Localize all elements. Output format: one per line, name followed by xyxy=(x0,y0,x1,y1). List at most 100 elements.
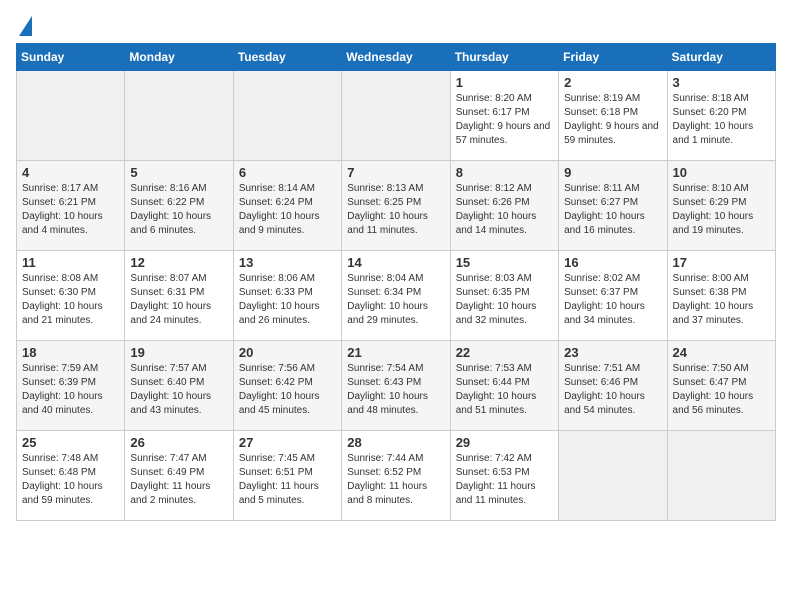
day-number: 7 xyxy=(347,165,444,180)
calendar-cell xyxy=(125,71,233,161)
calendar-cell: 3 Sunrise: 8:18 AMSunset: 6:20 PMDaylight… xyxy=(667,71,775,161)
calendar-cell xyxy=(233,71,341,161)
day-number: 16 xyxy=(564,255,661,270)
day-number: 8 xyxy=(456,165,553,180)
weekday-header-row: SundayMondayTuesdayWednesdayThursdayFrid… xyxy=(17,44,776,71)
logo xyxy=(16,16,32,33)
day-number: 12 xyxy=(130,255,227,270)
day-number: 28 xyxy=(347,435,444,450)
day-info: Sunrise: 8:10 AMSunset: 6:29 PMDaylight:… xyxy=(673,182,770,238)
calendar-cell: 19 Sunrise: 7:57 AMSunset: 6:40 PMDayligh… xyxy=(125,341,233,431)
day-info: Sunrise: 8:08 AMSunset: 6:30 PMDaylight:… xyxy=(22,272,119,328)
calendar-table: SundayMondayTuesdayWednesdayThursdayFrid… xyxy=(16,43,776,521)
logo-triangle-icon xyxy=(19,16,32,36)
calendar-cell: 8 Sunrise: 8:12 AMSunset: 6:26 PMDaylight… xyxy=(450,161,558,251)
day-info: Sunrise: 7:50 AMSunset: 6:47 PMDaylight:… xyxy=(673,362,770,418)
day-number: 6 xyxy=(239,165,336,180)
day-info: Sunrise: 8:12 AMSunset: 6:26 PMDaylight:… xyxy=(456,182,553,238)
calendar-cell: 9 Sunrise: 8:11 AMSunset: 6:27 PMDaylight… xyxy=(559,161,667,251)
day-number: 17 xyxy=(673,255,770,270)
weekday-header-cell: Sunday xyxy=(17,44,125,71)
day-info: Sunrise: 8:03 AMSunset: 6:35 PMDaylight:… xyxy=(456,272,553,328)
calendar-cell: 17 Sunrise: 8:00 AMSunset: 6:38 PMDayligh… xyxy=(667,251,775,341)
calendar-cell: 10 Sunrise: 8:10 AMSunset: 6:29 PMDayligh… xyxy=(667,161,775,251)
day-info: Sunrise: 7:44 AMSunset: 6:52 PMDaylight:… xyxy=(347,452,444,508)
calendar-cell: 7 Sunrise: 8:13 AMSunset: 6:25 PMDaylight… xyxy=(342,161,450,251)
calendar-cell: 24 Sunrise: 7:50 AMSunset: 6:47 PMDayligh… xyxy=(667,341,775,431)
calendar-week-row: 4 Sunrise: 8:17 AMSunset: 6:21 PMDaylight… xyxy=(17,161,776,251)
calendar-week-row: 25Sunrise: 7:48 AMSunset: 6:48 PMDayligh… xyxy=(17,431,776,521)
calendar-cell: 23Sunrise: 7:51 AMSunset: 6:46 PMDayligh… xyxy=(559,341,667,431)
calendar-cell xyxy=(559,431,667,521)
calendar-cell: 12 Sunrise: 8:07 AMSunset: 6:31 PMDayligh… xyxy=(125,251,233,341)
calendar-cell xyxy=(342,71,450,161)
calendar-cell: 22 Sunrise: 7:53 AMSunset: 6:44 PMDayligh… xyxy=(450,341,558,431)
calendar-cell: 15 Sunrise: 8:03 AMSunset: 6:35 PMDayligh… xyxy=(450,251,558,341)
weekday-header-cell: Thursday xyxy=(450,44,558,71)
day-info: Sunrise: 8:00 AMSunset: 6:38 PMDaylight:… xyxy=(673,272,770,328)
weekday-header-cell: Monday xyxy=(125,44,233,71)
day-number: 15 xyxy=(456,255,553,270)
day-info: Sunrise: 8:07 AMSunset: 6:31 PMDaylight:… xyxy=(130,272,227,328)
calendar-cell: 6 Sunrise: 8:14 AMSunset: 6:24 PMDaylight… xyxy=(233,161,341,251)
calendar-week-row: 18Sunrise: 7:59 AMSunset: 6:39 PMDayligh… xyxy=(17,341,776,431)
calendar-cell: 11 Sunrise: 8:08 AMSunset: 6:30 PMDayligh… xyxy=(17,251,125,341)
day-info: Sunrise: 7:56 AMSunset: 6:42 PMDaylight:… xyxy=(239,362,336,418)
calendar-cell: 13 Sunrise: 8:06 AMSunset: 6:33 PMDayligh… xyxy=(233,251,341,341)
day-number: 22 xyxy=(456,345,553,360)
weekday-header-cell: Tuesday xyxy=(233,44,341,71)
day-number: 5 xyxy=(130,165,227,180)
day-number: 26 xyxy=(130,435,227,450)
calendar-body: 1 Sunrise: 8:20 AMSunset: 6:17 PMDaylight… xyxy=(17,71,776,521)
day-info: Sunrise: 7:57 AMSunset: 6:40 PMDaylight:… xyxy=(130,362,227,418)
day-info: Sunrise: 8:18 AMSunset: 6:20 PMDaylight:… xyxy=(673,92,770,148)
calendar-cell: 16 Sunrise: 8:02 AMSunset: 6:37 PMDayligh… xyxy=(559,251,667,341)
day-info: Sunrise: 8:14 AMSunset: 6:24 PMDaylight:… xyxy=(239,182,336,238)
day-number: 20 xyxy=(239,345,336,360)
calendar-week-row: 11 Sunrise: 8:08 AMSunset: 6:30 PMDayligh… xyxy=(17,251,776,341)
weekday-header-cell: Friday xyxy=(559,44,667,71)
page-header xyxy=(16,16,776,33)
day-number: 10 xyxy=(673,165,770,180)
day-number: 25 xyxy=(22,435,119,450)
day-number: 9 xyxy=(564,165,661,180)
weekday-header-cell: Wednesday xyxy=(342,44,450,71)
day-number: 1 xyxy=(456,75,553,90)
day-number: 11 xyxy=(22,255,119,270)
day-info: Sunrise: 8:06 AMSunset: 6:33 PMDaylight:… xyxy=(239,272,336,328)
calendar-cell xyxy=(17,71,125,161)
day-info: Sunrise: 8:11 AMSunset: 6:27 PMDaylight:… xyxy=(564,182,661,238)
day-info: Sunrise: 7:42 AMSunset: 6:53 PMDaylight:… xyxy=(456,452,553,508)
day-number: 2 xyxy=(564,75,661,90)
day-info: Sunrise: 7:51 AMSunset: 6:46 PMDaylight:… xyxy=(564,362,661,418)
day-number: 3 xyxy=(673,75,770,90)
day-info: Sunrise: 7:59 AMSunset: 6:39 PMDaylight:… xyxy=(22,362,119,418)
day-info: Sunrise: 8:17 AMSunset: 6:21 PMDaylight:… xyxy=(22,182,119,238)
weekday-header-cell: Saturday xyxy=(667,44,775,71)
day-number: 24 xyxy=(673,345,770,360)
day-info: Sunrise: 8:13 AMSunset: 6:25 PMDaylight:… xyxy=(347,182,444,238)
day-number: 29 xyxy=(456,435,553,450)
calendar-cell xyxy=(667,431,775,521)
day-number: 4 xyxy=(22,165,119,180)
day-info: Sunrise: 8:20 AMSunset: 6:17 PMDaylight:… xyxy=(456,92,553,148)
calendar-cell: 5Sunrise: 8:16 AMSunset: 6:22 PMDaylight… xyxy=(125,161,233,251)
calendar-cell: 29 Sunrise: 7:42 AMSunset: 6:53 PMDayligh… xyxy=(450,431,558,521)
day-number: 27 xyxy=(239,435,336,450)
day-number: 13 xyxy=(239,255,336,270)
calendar-cell: 28 Sunrise: 7:44 AMSunset: 6:52 PMDayligh… xyxy=(342,431,450,521)
day-info: Sunrise: 8:02 AMSunset: 6:37 PMDaylight:… xyxy=(564,272,661,328)
calendar-cell: 2Sunrise: 8:19 AMSunset: 6:18 PMDaylight… xyxy=(559,71,667,161)
day-number: 19 xyxy=(130,345,227,360)
calendar-cell: 1 Sunrise: 8:20 AMSunset: 6:17 PMDaylight… xyxy=(450,71,558,161)
day-info: Sunrise: 7:53 AMSunset: 6:44 PMDaylight:… xyxy=(456,362,553,418)
calendar-cell: 4 Sunrise: 8:17 AMSunset: 6:21 PMDaylight… xyxy=(17,161,125,251)
day-number: 14 xyxy=(347,255,444,270)
day-info: Sunrise: 7:45 AMSunset: 6:51 PMDaylight:… xyxy=(239,452,336,508)
day-info: Sunrise: 8:04 AMSunset: 6:34 PMDaylight:… xyxy=(347,272,444,328)
calendar-cell: 18Sunrise: 7:59 AMSunset: 6:39 PMDayligh… xyxy=(17,341,125,431)
day-info: Sunrise: 7:47 AMSunset: 6:49 PMDaylight:… xyxy=(130,452,227,508)
calendar-week-row: 1 Sunrise: 8:20 AMSunset: 6:17 PMDaylight… xyxy=(17,71,776,161)
calendar-cell: 20 Sunrise: 7:56 AMSunset: 6:42 PMDayligh… xyxy=(233,341,341,431)
calendar-cell: 21Sunrise: 7:54 AMSunset: 6:43 PMDayligh… xyxy=(342,341,450,431)
